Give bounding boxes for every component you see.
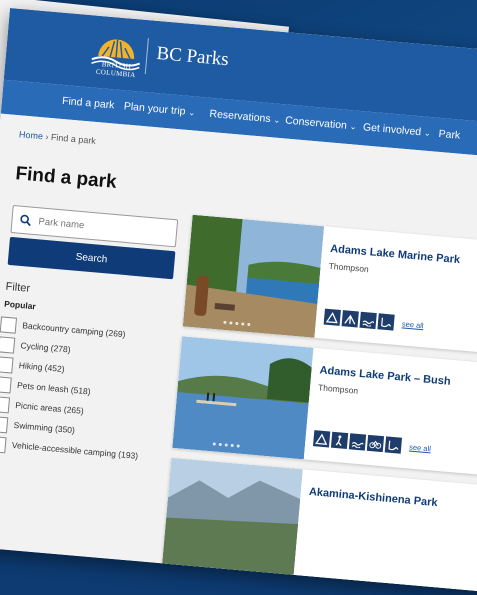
screenshot-frame: BRITISH COLUMBIA BC Parks Find a park Pl… xyxy=(0,8,477,595)
swimming-icon xyxy=(348,433,367,451)
nav-label: Find a park xyxy=(61,94,115,112)
chevron-down-icon: ⌄ xyxy=(188,107,196,118)
cycling-icon xyxy=(366,434,385,453)
nav-park[interactable]: Park xyxy=(438,128,461,142)
checkbox[interactable] xyxy=(0,316,18,334)
filter-label: Vehicle-accessible camping (193) xyxy=(11,439,139,461)
amenity-icons xyxy=(312,430,403,454)
brand-name[interactable]: BC Parks xyxy=(156,43,230,71)
chevron-down-icon: ⌄ xyxy=(423,128,432,139)
nav-label: Reservations xyxy=(209,107,272,126)
park-card[interactable]: Adams Lake Marine Park Thompson see all xyxy=(182,214,477,356)
breadcrumb-current: Find a park xyxy=(50,132,97,146)
page-title: Find a park xyxy=(14,163,118,193)
chevron-down-icon: ⌄ xyxy=(273,115,281,125)
filter-label: Cycling (278) xyxy=(20,340,71,355)
breadcrumb-home[interactable]: Home xyxy=(19,129,44,141)
park-card[interactable]: Adams Lake Park – Bush Thompson see all xyxy=(172,336,477,478)
filter-item[interactable]: Backcountry camping (269) xyxy=(0,316,126,339)
park-photo[interactable] xyxy=(172,336,314,460)
backcountry-camping-icon xyxy=(323,308,341,326)
park-region: Thompson xyxy=(328,260,370,275)
checkbox[interactable] xyxy=(0,376,12,394)
filter-label: Picnic areas (265) xyxy=(14,400,85,416)
chevron-down-icon: ⌄ xyxy=(349,122,357,132)
checkbox[interactable] xyxy=(0,416,9,434)
filter-title: Filter xyxy=(5,280,31,295)
breadcrumb: Home › Find a park xyxy=(19,129,97,146)
filter-label: Backcountry camping (269) xyxy=(21,320,126,340)
park-name[interactable]: Akamina-Kishinena Park xyxy=(308,486,438,509)
park-region: Thompson xyxy=(317,382,359,396)
filter-label: Pets on leash (518) xyxy=(16,380,92,397)
checkbox[interactable] xyxy=(0,435,7,454)
filter-list: Backcountry camping (269) Cycling (278) … xyxy=(0,316,139,461)
park-photo[interactable] xyxy=(182,214,325,338)
search-icon xyxy=(20,214,31,227)
checkbox[interactable] xyxy=(0,396,11,414)
hiking-icon xyxy=(330,431,349,450)
nav-reservations[interactable]: Reservations ⌄ xyxy=(209,108,281,126)
nav-find-a-park[interactable]: Find a park xyxy=(62,95,115,112)
filter-label: Swimming (350) xyxy=(13,419,76,436)
see-all-link[interactable]: see all xyxy=(402,319,424,330)
park-photo[interactable] xyxy=(161,457,303,581)
main-content: Home › Find a park Find a park Search Fi… xyxy=(0,113,477,595)
nav-label: Park xyxy=(438,127,461,142)
camping-icon xyxy=(341,310,359,328)
see-all-link[interactable]: see all xyxy=(409,442,431,453)
park-name-input[interactable] xyxy=(35,212,173,242)
nav-label: Get involved xyxy=(362,121,422,139)
breadcrumb-separator: › xyxy=(45,131,49,142)
filter-group-title: Popular xyxy=(3,298,37,312)
nav-conservation[interactable]: Conservation ⌄ xyxy=(285,114,357,132)
nav-plan-your-trip[interactable]: Plan your trip ⌄ xyxy=(123,100,195,118)
backcountry-camping-icon xyxy=(312,430,331,448)
nav-label: Conservation xyxy=(284,114,348,132)
swimming-icon xyxy=(359,311,377,330)
nav-get-involved[interactable]: Get involved ⌄ xyxy=(362,121,431,139)
park-card[interactable]: Akamina-Kishinena Park xyxy=(161,457,477,595)
filter-label: Hiking (452) xyxy=(18,360,65,375)
amenity-icons xyxy=(323,308,395,331)
fishing-icon xyxy=(377,313,395,331)
nav-label: Plan your trip xyxy=(123,100,187,118)
fishing-icon xyxy=(384,436,403,454)
checkbox[interactable] xyxy=(0,356,14,374)
checkbox[interactable] xyxy=(0,336,16,354)
